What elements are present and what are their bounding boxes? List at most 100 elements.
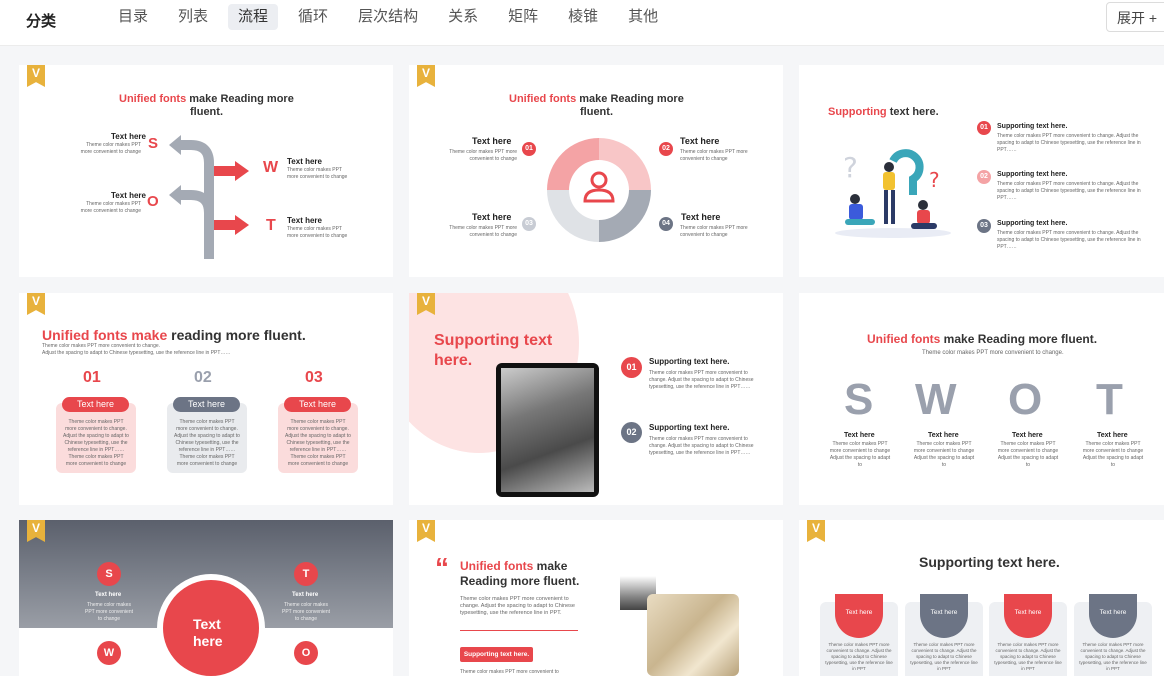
vip-badge: V [807,520,825,542]
supporting-button: Supporting text here. [460,647,533,662]
template-card-8[interactable]: V “ Unified fonts make Reading more flue… [409,520,783,676]
text-pill: Text here [284,397,351,412]
item-title: Supporting text here. [997,171,1068,178]
item-desc: Theme color makes PPT more convenient to… [913,441,975,468]
card-title: Supporting text here. [828,106,939,118]
item-desc: Theme color makes PPT more convenient to… [829,441,891,468]
template-card-7[interactable]: V Text here S Text here Theme color make… [19,520,393,676]
item-desc: Theme color makes PPT more convenient to… [449,225,517,238]
column-desc: Theme color makes PPT more convenient to… [174,419,240,467]
vip-badge: V [417,520,435,542]
column-number: 03 [305,369,323,386]
item-desc: Theme color makes PPT more convenient to… [997,133,1141,153]
card-desc: Theme color makes PPT more convenient to… [460,596,575,616]
item-desc: Theme color makes PPT more convenient to… [85,602,133,622]
quote-icon: “ [435,552,449,583]
template-card-9[interactable]: V Supporting text here. Text here Text h… [799,520,1164,676]
card-title: Unified fonts make Reading more [119,93,294,105]
card-title-line2: here. [434,352,473,369]
tab-hierarchy[interactable]: 层次结构 [348,4,428,30]
tab-relationship[interactable]: 关系 [438,4,488,30]
card-desc-2: Theme color makes PPT more convenient to [460,669,559,675]
column-desc: Theme color makes PPT more convenient to… [994,642,1062,671]
w-item-title: Text here [287,157,322,166]
tab-matrix[interactable]: 矩阵 [498,4,548,30]
item-title: Text here [928,432,959,439]
top-filter-bar: 分类 目录 列表 流程 循环 层次结构 关系 矩阵 棱锥 其他 展开 + [0,0,1164,46]
item-desc: Theme color makes PPT more convenient to… [449,149,517,162]
s-item-desc: Theme color makes PPT more convenient to… [80,142,141,155]
template-card-4[interactable]: V Unified fonts make reading more fluent… [19,293,393,505]
card-title-line2: fluent. [190,106,223,118]
template-card-1[interactable]: V Unified fonts make Reading more fluent… [19,65,393,277]
swot-circle: O [294,641,318,665]
t-item-desc: Theme color makes PPT more convenient to… [287,226,348,239]
tab-pyramid[interactable]: 棱锥 [558,4,608,30]
item-desc: Theme color makes PPT more convenient to… [282,602,330,622]
tab-catalog[interactable]: 目录 [108,4,158,30]
item-desc: Theme color makes PPT more convenient to… [997,181,1141,201]
card-title-line2: Reading more fluent. [460,574,580,588]
column-desc: Theme color makes PPT more convenient to… [910,642,978,671]
swot-letter: O [1008,375,1043,424]
template-card-5[interactable]: V Supporting text here. 01 Supporting te… [409,293,783,505]
tab-list[interactable]: 列表 [168,4,218,30]
column-desc: Theme color makes PPT more convenient to… [1079,642,1147,671]
item-desc: Theme color makes PPT more convenient to… [997,441,1059,468]
architecture-photo [647,594,739,676]
card-title: Supporting text [434,332,553,349]
template-card-3[interactable]: Supporting text here. ? ? 01 Supporting … [799,65,1164,277]
column-number: 01 [83,369,101,386]
swot-circle: S [97,562,121,586]
item-title: Supporting text here. [649,357,730,366]
expand-button[interactable]: 展开 + [1106,2,1164,32]
card-title: Unified fonts make [460,559,568,573]
o-item-desc: Theme color makes PPT more convenient to… [80,201,141,214]
step-number: 03 [522,217,536,231]
card-title: Unified fonts make Reading more fluent. [867,332,1098,346]
item-title: Text here [95,592,122,598]
item-desc: Theme color makes PPT more convenient to… [649,436,754,456]
card-title: Unified fonts make Reading more [509,93,684,105]
t-item-title: Text here [287,216,322,225]
tablet-image [496,363,599,497]
card-title: Supporting text here. [919,554,1060,570]
column-desc: Theme color makes PPT more convenient to… [285,419,351,467]
item-title: Supporting text here. [649,423,730,432]
template-card-2[interactable]: V Unified fonts make Reading more fluent… [409,65,783,277]
item-title: Text here [472,212,512,222]
s-item-title: Text here [111,132,146,141]
step-number: 02 [977,170,991,184]
item-desc: Theme color makes PPT more convenient to… [997,230,1141,250]
svg-text:?: ? [929,168,940,192]
vip-badge: V [27,293,45,315]
swot-letter: S [844,375,874,424]
step-number: 04 [659,217,673,231]
swot-letter: T [1096,375,1123,424]
swot-circle: W [97,641,121,665]
step-number: 01 [977,121,991,135]
item-title: Text here [1012,432,1043,439]
tab-process[interactable]: 流程 [228,4,279,30]
tab-cycle[interactable]: 循环 [288,4,338,30]
step-number: 02 [659,142,673,156]
card-subtitle: Theme color makes PPT more convenient to… [922,350,1064,356]
template-card-6[interactable]: Unified fonts make Reading more fluent. … [799,293,1164,505]
swot-letter: W [915,375,957,424]
center-text-line2: here [193,633,223,649]
step-number: 03 [977,219,991,233]
vip-badge: V [27,65,45,87]
vip-badge: V [417,65,435,87]
text-pill: Text here [62,397,129,412]
tab-other[interactable]: 其他 [618,4,668,30]
center-text: Text [193,616,221,632]
card-title-line2: fluent. [580,106,613,118]
letter-w: W [263,159,279,176]
step-number: 02 [621,422,642,443]
item-desc: Theme color makes PPT more convenient to… [680,225,748,238]
item-desc: Theme color makes PPT more convenient to… [649,370,754,390]
column-number: 02 [194,369,212,386]
people-illustration: ? ? [835,149,951,238]
svg-text:?: ? [843,151,858,184]
item-desc: Theme color makes PPT more convenient to… [1082,441,1144,468]
